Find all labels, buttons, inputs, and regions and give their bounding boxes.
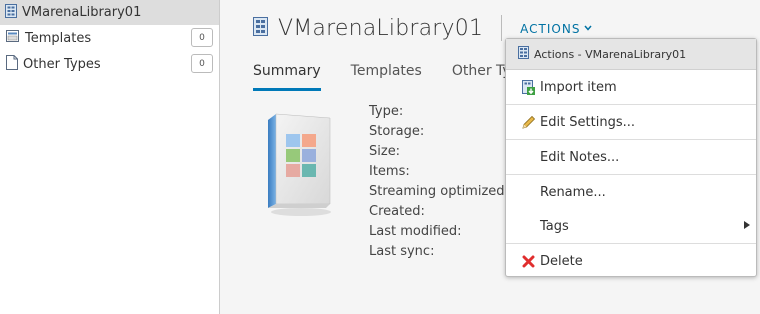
title-divider (501, 15, 503, 41)
menu-item-label: Delete (540, 253, 583, 269)
file-icon (6, 54, 18, 74)
menu-item-label: Tags (540, 218, 569, 234)
property-storage-label: Storage: (369, 124, 425, 139)
tree-item-label: Other Types (23, 56, 101, 72)
menu-item-tags[interactable]: Tags (506, 209, 756, 243)
delete-x-icon (520, 253, 536, 269)
menu-header: Actions - VMarenaLibrary01 (506, 39, 756, 70)
property-last-modified-label: Last modified: (369, 224, 462, 239)
menu-item-edit-notes[interactable]: Edit Notes... (506, 140, 756, 174)
inventory-tree: VMarenaLibrary01 Templates 0 Other Types… (0, 0, 220, 314)
tree-item-label: Templates (25, 30, 92, 46)
page-title: VMarenaLibrary01 (278, 15, 484, 41)
menu-item-label: Edit Notes... (540, 149, 620, 165)
actions-dropdown-menu: Actions - VMarenaLibrary01 Import item E… (505, 38, 757, 277)
menu-item-delete[interactable]: Delete (506, 244, 756, 278)
submenu-arrow-icon (744, 220, 750, 232)
count-badge: 0 (191, 28, 213, 47)
tree-item-other-types[interactable]: Other Types 0 (0, 51, 219, 77)
menu-item-label: Import item (540, 79, 617, 95)
properties-list: Type: Storage: Size: Items: Streaming op… (369, 102, 509, 262)
property-size-label: Size: (369, 144, 401, 159)
menu-item-rename[interactable]: Rename... (506, 175, 756, 209)
actions-label: ACTIONS (520, 22, 581, 36)
content-library-icon (253, 16, 268, 40)
menu-item-import-item[interactable]: Import item (506, 70, 756, 104)
content-library-icon (518, 46, 529, 62)
content-library-icon (5, 3, 17, 22)
menu-item-label: Rename... (540, 184, 606, 200)
menu-header-label: Actions - VMarenaLibrary01 (534, 47, 687, 61)
menu-item-label: Edit Settings... (540, 114, 636, 130)
tab-summary[interactable]: Summary (253, 58, 321, 91)
tab-other-types[interactable]: Other Ty (452, 58, 511, 91)
chevron-down-icon (584, 24, 593, 34)
count-badge: 0 (191, 54, 213, 73)
property-last-sync-label: Last sync: (369, 244, 435, 259)
actions-menu-button[interactable]: ACTIONS (520, 22, 593, 36)
tree-root-library[interactable]: VMarenaLibrary01 (0, 0, 219, 25)
property-created-label: Created: (369, 204, 425, 219)
property-type-label: Type: (369, 104, 404, 119)
property-streaming-label: Streaming optimized: (369, 184, 509, 199)
pencil-icon (520, 114, 536, 130)
tree-root-label: VMarenaLibrary01 (22, 5, 142, 20)
menu-item-edit-settings[interactable]: Edit Settings... (506, 105, 756, 139)
tab-templates[interactable]: Templates (351, 58, 422, 91)
tree-item-templates[interactable]: Templates 0 (0, 25, 219, 51)
import-icon (520, 79, 536, 95)
property-items-label: Items: (369, 164, 410, 179)
tab-bar: Summary Templates Other Ty (253, 58, 541, 91)
template-icon (6, 29, 20, 47)
content-library-book-image (266, 112, 336, 221)
